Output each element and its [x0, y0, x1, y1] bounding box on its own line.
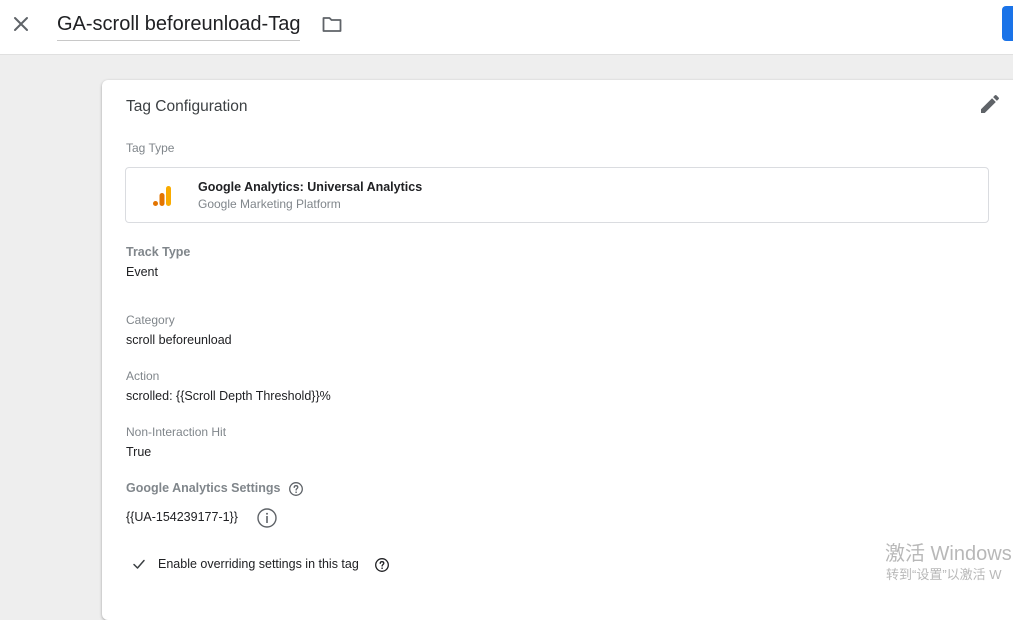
action-label: Action — [126, 369, 160, 383]
ga-settings-label: Google Analytics Settings — [126, 481, 281, 495]
save-button[interactable] — [1002, 6, 1013, 41]
tag-type-provider: Google Marketing Platform — [198, 197, 341, 211]
non-interaction-hit-label: Non-Interaction Hit — [126, 425, 227, 439]
check-icon — [132, 557, 146, 571]
track-type-value: Event — [126, 265, 158, 279]
non-interaction-hit-value: True — [126, 445, 152, 459]
track-type-label: Track Type — [126, 245, 191, 259]
google-analytics-icon — [152, 184, 174, 208]
info-icon[interactable] — [256, 507, 278, 529]
category-value: scroll beforeunload — [126, 333, 232, 347]
top-bar: GA-scroll beforeunload-Tag — [0, 0, 1013, 55]
category-label: Category — [126, 313, 175, 327]
ga-settings-variable[interactable]: {{UA-154239177-1}} — [126, 508, 238, 526]
tag-name-field[interactable]: GA-scroll beforeunload-Tag — [57, 10, 301, 41]
tag-configuration-card: Tag Configuration Tag Type Google Analyt… — [102, 80, 1013, 620]
action-value: scrolled: {{Scroll Depth Threshold}}% — [126, 389, 331, 403]
tag-type-name: Google Analytics: Universal Analytics — [198, 180, 423, 194]
help-icon[interactable] — [374, 557, 390, 573]
card-title: Tag Configuration — [126, 98, 248, 115]
tag-type-selector[interactable]: Google Analytics: Universal Analytics Go… — [125, 167, 989, 223]
windows-activation-subtext: 转到“设置”以激活 W — [886, 567, 1002, 582]
close-icon[interactable] — [10, 13, 32, 35]
tag-type-label: Tag Type — [126, 141, 175, 155]
override-settings-label: Enable overriding settings in this tag — [158, 557, 359, 571]
help-icon[interactable] — [288, 481, 304, 497]
pencil-icon[interactable] — [978, 92, 1002, 116]
windows-activation-watermark: 激活 Windows — [885, 543, 1012, 565]
folder-icon[interactable] — [321, 13, 343, 35]
